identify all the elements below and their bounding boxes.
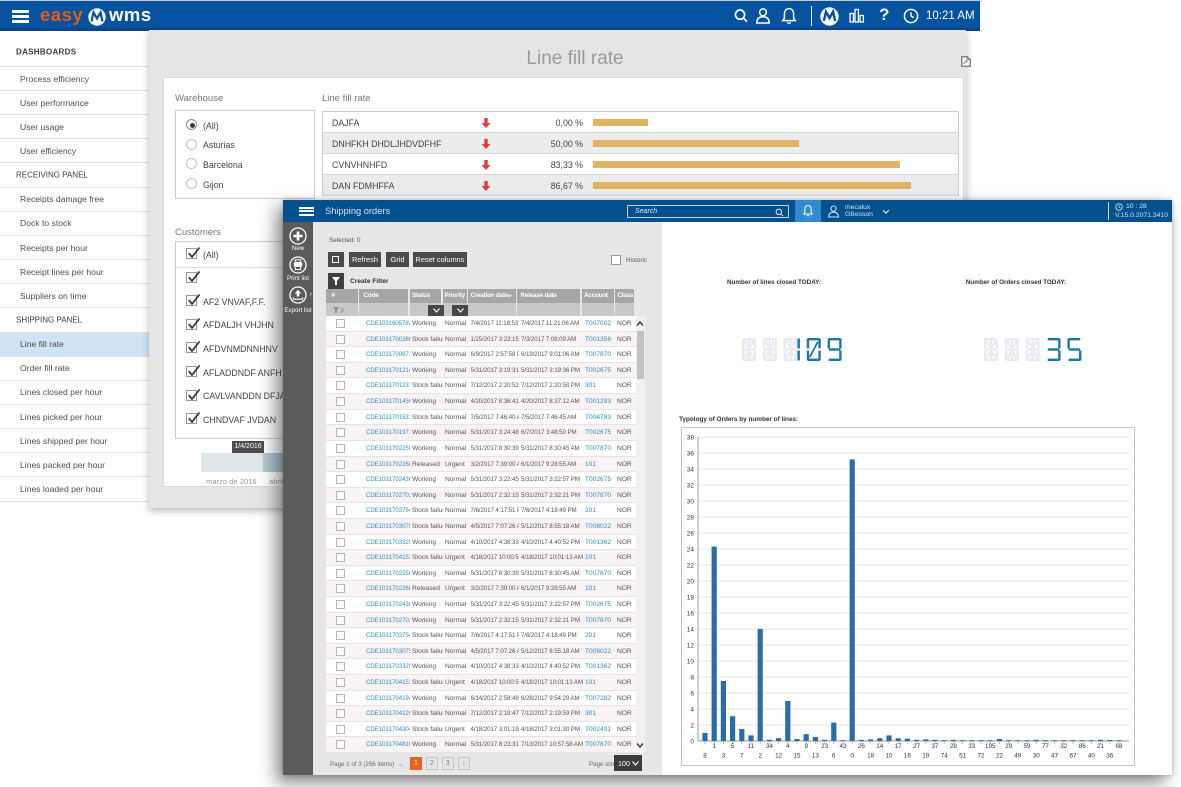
svg-text:26: 26 (687, 530, 695, 537)
svg-text:51: 51 (959, 752, 967, 759)
svg-text:27: 27 (913, 743, 921, 750)
svg-text:18: 18 (867, 752, 875, 759)
svg-text:2: 2 (758, 752, 762, 759)
svg-text:1: 1 (712, 743, 716, 750)
svg-text:59: 59 (1023, 743, 1031, 750)
svg-text:26: 26 (858, 743, 866, 750)
svg-text:0: 0 (850, 752, 854, 759)
svg-text:16: 16 (904, 752, 912, 759)
svg-text:12: 12 (687, 642, 695, 649)
svg-text:36: 36 (687, 450, 695, 457)
svg-text:16: 16 (687, 610, 695, 617)
svg-text:12: 12 (775, 752, 783, 759)
svg-text:20: 20 (687, 578, 695, 585)
svg-text:28: 28 (950, 743, 958, 750)
svg-text:21: 21 (1097, 743, 1105, 750)
svg-text:4: 4 (786, 743, 790, 750)
svg-text:33: 33 (968, 743, 976, 750)
svg-text:30: 30 (687, 498, 695, 505)
svg-text:23: 23 (821, 743, 829, 750)
svg-text:28: 28 (687, 514, 695, 521)
svg-text:14: 14 (687, 626, 695, 633)
svg-text:15: 15 (793, 752, 801, 759)
svg-text:9: 9 (804, 743, 808, 750)
svg-text:37: 37 (931, 743, 939, 750)
svg-text:24: 24 (687, 546, 695, 553)
svg-text:13: 13 (812, 752, 820, 759)
svg-text:67: 67 (1069, 752, 1077, 759)
svg-text:0: 0 (690, 738, 694, 745)
svg-text:40: 40 (1088, 752, 1096, 759)
svg-text:74: 74 (941, 752, 949, 759)
svg-text:5: 5 (731, 743, 735, 750)
svg-text:19: 19 (922, 752, 930, 759)
svg-text:10: 10 (687, 658, 695, 665)
svg-text:18: 18 (687, 594, 695, 601)
svg-text:86: 86 (1079, 743, 1087, 750)
svg-text:195: 195 (985, 743, 996, 750)
svg-text:68: 68 (1115, 743, 1123, 750)
svg-text:34: 34 (766, 743, 774, 750)
svg-text:47: 47 (1051, 752, 1059, 759)
svg-text:3: 3 (722, 752, 726, 759)
svg-text:17: 17 (895, 743, 903, 750)
svg-text:6: 6 (832, 752, 836, 759)
svg-text:32: 32 (687, 482, 695, 489)
svg-text:29: 29 (1005, 743, 1013, 750)
svg-text:10: 10 (885, 752, 893, 759)
svg-text:36: 36 (1106, 752, 1114, 759)
svg-text:11: 11 (748, 743, 755, 750)
svg-text:49: 49 (1014, 752, 1022, 759)
svg-text:32: 32 (1060, 743, 1068, 750)
svg-text:34: 34 (687, 466, 695, 473)
svg-text:30: 30 (1033, 752, 1041, 759)
svg-text:7: 7 (740, 752, 744, 759)
svg-text:6: 6 (690, 690, 694, 697)
svg-text:2: 2 (690, 722, 694, 729)
svg-text:43: 43 (839, 743, 847, 750)
svg-text:14: 14 (876, 743, 884, 750)
svg-text:77: 77 (1042, 743, 1050, 750)
svg-text:8: 8 (690, 674, 694, 681)
svg-text:22: 22 (687, 562, 695, 569)
svg-text:38: 38 (687, 434, 695, 441)
svg-text:8: 8 (703, 752, 707, 759)
svg-text:72: 72 (977, 752, 985, 759)
svg-text:4: 4 (690, 706, 694, 713)
svg-text:22: 22 (996, 752, 1004, 759)
